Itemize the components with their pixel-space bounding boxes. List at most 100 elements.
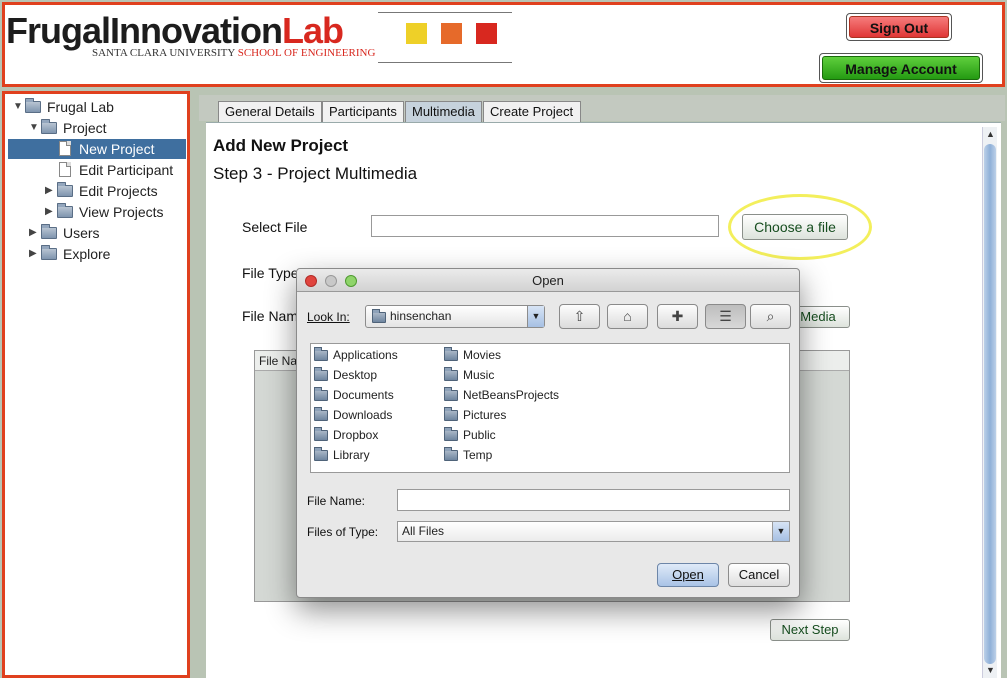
list-item[interactable]: Music [442,367,494,383]
tab-create-project[interactable]: Create Project [483,101,581,122]
expand-right-icon[interactable]: ▶ [29,223,37,243]
chevron-down-icon[interactable]: ▼ [772,522,789,541]
sidebar-item-label: Explore [63,246,111,262]
file-item-label: Desktop [333,368,378,382]
folder-icon [25,98,41,113]
file-item-label: Public [463,428,496,442]
logo-title: FrugalInnovationLab [6,10,344,51]
list-item[interactable]: Library [312,447,370,463]
expand-down-icon[interactable]: ▼ [13,97,23,117]
file-name-field-label: File Name: [307,494,366,508]
file-item-label: NetBeansProjects [463,388,560,402]
new-folder-icon[interactable]: ✚ [657,304,698,329]
folder-icon [444,427,458,441]
manage-account-button[interactable]: Manage Account [819,53,983,83]
look-in-label: Look In: [307,310,350,324]
folder-icon [314,427,328,441]
sidebar-item-label: Users [63,225,100,241]
sidebar-item-label: New Project [79,141,155,157]
folder-icon [41,119,57,134]
list-item[interactable]: Applications [312,347,398,363]
sidebar-item-label: Project [63,120,107,136]
list-item[interactable]: Temp [442,447,492,463]
close-window-icon[interactable] [305,275,317,287]
list-item[interactable]: Pictures [442,407,506,423]
home-icon[interactable]: ⌂ [607,304,648,329]
folder-icon [444,407,458,421]
file-item-label: Downloads [333,408,393,422]
scrollbar-thumb[interactable] [984,144,996,664]
logo-square-red [476,23,497,44]
file-type-label: File Type [242,265,299,281]
scroll-down-arrow-icon[interactable]: ▼ [986,665,995,675]
list-item[interactable]: Movies [442,347,501,363]
sidebar-item-label: Edit Projects [79,183,158,199]
folder-icon [444,367,458,381]
folder-icon [314,367,328,381]
expand-right-icon[interactable]: ▶ [45,181,53,201]
open-button[interactable]: Open [657,563,719,587]
files-of-type-dropdown[interactable]: All Files [397,521,790,542]
logo-square-orange [441,23,462,44]
folder-icon [314,347,328,361]
tab-participants[interactable]: Participants [322,101,404,122]
look-in-dropdown[interactable]: hinsenchan [365,305,545,328]
folder-icon [41,245,57,260]
list-view-icon[interactable]: ☰ [705,304,746,329]
scroll-up-arrow-icon[interactable]: ▲ [986,129,995,139]
file-item-label: Pictures [463,408,507,422]
page-title: Add New Project [213,136,349,155]
minimize-window-icon[interactable] [325,275,337,287]
files-of-type-label: Files of Type: [307,525,379,539]
logo-subtitle: SANTA CLARA UNIVERSITY SCHOOL OF ENGINEE… [92,47,376,59]
logo-divider-top [378,12,512,13]
sidebar-item-label: Frugal Lab [47,99,114,115]
cancel-button[interactable]: Cancel [728,563,790,587]
tab-general-details[interactable]: General Details [218,101,322,122]
dialog-title: Open [297,269,799,292]
choose-file-button[interactable]: Choose a file [742,214,848,240]
zoom-window-icon[interactable] [345,275,357,287]
list-item[interactable]: Downloads [312,407,392,423]
logo-square-yellow [406,23,427,44]
file-item-label: Temp [463,448,493,462]
folder-icon [41,224,57,239]
sidebar-item-label: View Projects [79,204,164,220]
file-item-label: Music [463,368,495,382]
file-item-label: Movies [463,348,502,362]
tab-multimedia[interactable]: Multimedia [405,101,482,122]
details-view-icon[interactable]: ⌕ [750,304,791,329]
file-item-label: Documents [333,388,394,402]
sidebar-item-new-project[interactable]: New Project [8,139,186,159]
up-folder-icon[interactable]: ⇧ [559,304,600,329]
file-name-input[interactable] [397,489,790,511]
list-item[interactable]: NetBeansProjects [442,387,559,403]
folder-icon [444,387,458,401]
document-icon [59,162,71,177]
folder-icon [57,203,73,218]
folder-icon [314,407,328,421]
list-item[interactable]: Desktop [312,367,377,383]
select-file-input[interactable] [371,215,719,237]
folder-icon [314,387,328,401]
next-step-button[interactable]: Next Step [770,619,850,641]
look-in-value: hinsenchan [390,309,452,323]
logo-divider-bottom [378,62,512,63]
select-file-label: Select File [242,219,308,235]
file-name-label: File Nam [242,308,299,324]
expand-right-icon[interactable]: ▶ [29,244,37,264]
sign-out-button[interactable]: Sign Out [846,13,952,41]
list-item[interactable]: Public [442,427,496,443]
sidebar-item-label: Edit Participant [79,162,174,178]
expand-down-icon[interactable]: ▼ [29,118,39,138]
file-item-label: Dropbox [333,428,379,442]
chevron-down-icon[interactable]: ▼ [527,306,544,327]
folder-icon [444,347,458,361]
file-item-label: Applications [333,348,398,362]
list-item[interactable]: Dropbox [312,427,378,443]
list-item[interactable]: Documents [312,387,394,403]
folder-icon [444,447,458,461]
document-icon [59,141,71,156]
folder-icon [314,447,328,461]
expand-right-icon[interactable]: ▶ [45,202,53,222]
